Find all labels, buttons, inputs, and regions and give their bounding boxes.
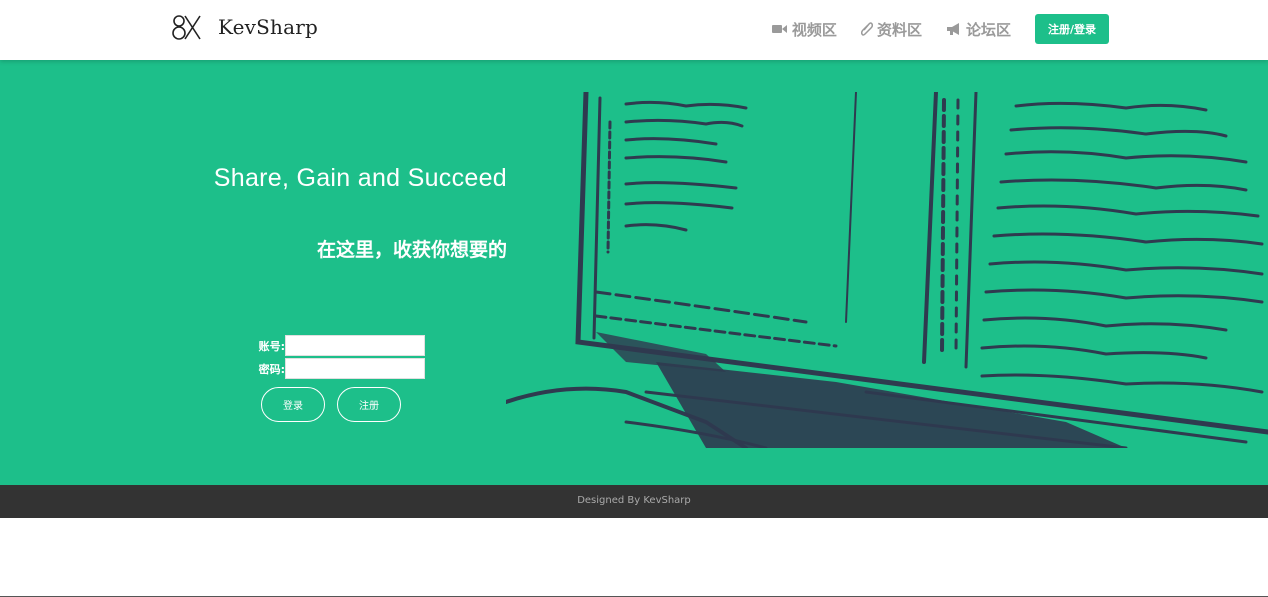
nav-item-forum[interactable]: 论坛区 — [946, 19, 1011, 40]
video-camera-icon — [771, 25, 787, 33]
hero-subheadline: 在这里，收获你想要的 — [316, 239, 507, 261]
hero-headline: Share, Gain and Succeed — [213, 164, 507, 192]
laptop-sketch-illustration — [506, 92, 1268, 448]
login-button[interactable]: 登录 — [261, 387, 325, 422]
password-input[interactable] — [285, 358, 425, 379]
site-footer: Designed By KevSharp — [0, 485, 1268, 518]
register-login-button[interactable]: 注册/登录 — [1034, 14, 1109, 44]
brand-name: KevSharp — [218, 15, 319, 39]
nav-item-materials[interactable]: 资料区 — [860, 19, 922, 40]
password-row: 密码: — [240, 357, 440, 380]
main-nav: 视频区 资料区 论坛区 注册/登录 — [771, 14, 1109, 44]
brand-logo[interactable]: KevSharp — [170, 12, 318, 42]
form-buttons: 登录 注册 — [261, 387, 413, 422]
account-input[interactable] — [285, 335, 425, 356]
nav-item-label: 视频区 — [791, 20, 837, 39]
megaphone-icon — [946, 22, 959, 35]
login-form: 账号: 密码: — [240, 334, 440, 380]
hero-section: Share, Gain and Succeed 在这里，收获你想要的 账号: 密… — [0, 60, 1268, 485]
site-header: KevSharp 视频区 资料区 论坛区 注册/登录 — [0, 0, 1268, 60]
nav-item-label: 论坛区 — [965, 20, 1011, 39]
brand-logo-icon — [172, 15, 201, 40]
register-button[interactable]: 注册 — [337, 387, 401, 422]
footer-credit: Designed By KevSharp — [577, 495, 691, 506]
password-label: 密码: — [258, 362, 285, 376]
account-label: 账号: — [258, 339, 285, 353]
paperclip-icon — [860, 22, 873, 36]
nav-item-video[interactable]: 视频区 — [771, 19, 837, 40]
account-row: 账号: — [240, 334, 440, 357]
nav-item-label: 资料区 — [876, 20, 922, 39]
